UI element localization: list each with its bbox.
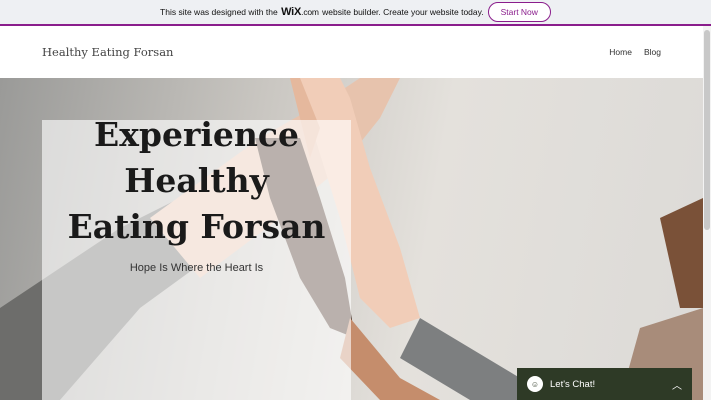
banner-prefix: This site was designed with the [160, 7, 278, 17]
wix-logo-suffix: .com [301, 7, 319, 17]
wix-logo: WiX.com [281, 6, 319, 18]
wix-logo-text: WiX [281, 6, 302, 18]
headline-line-3: Eating Forsan [67, 207, 326, 246]
start-now-button[interactable]: Start Now [487, 2, 551, 22]
nav-item-blog[interactable]: Blog [644, 47, 661, 57]
chat-label: Let's Chat! [550, 378, 596, 390]
headline-line-1: Experience [94, 115, 299, 154]
hand-right-edge [660, 198, 703, 308]
chat-avatar-icon: ☺ [527, 376, 543, 392]
site-title[interactable]: Healthy Eating Forsan [42, 45, 173, 59]
nav-item-home[interactable]: Home [609, 47, 632, 57]
hero-headline: Experience Healthy Eating Forsan [42, 112, 351, 250]
main-nav: Home Blog [609, 47, 661, 57]
banner-suffix: website builder. Create your website tod… [322, 7, 484, 17]
hero-tagline: Hope Is Where the Heart Is [129, 262, 264, 274]
chevron-up-icon[interactable]: ︿ [672, 377, 682, 392]
headline-line-2: Healthy [124, 161, 269, 200]
scrollbar-thumb[interactable] [704, 30, 710, 230]
page-scrollbar[interactable] [703, 26, 711, 400]
chat-widget[interactable]: ☺ Let's Chat! ︿ [517, 368, 692, 400]
banner-text: This site was designed with the WiX.com … [160, 6, 484, 18]
wix-promo-banner: This site was designed with the WiX.com … [0, 0, 711, 26]
site-header: Healthy Eating Forsan Home Blog [0, 26, 703, 78]
